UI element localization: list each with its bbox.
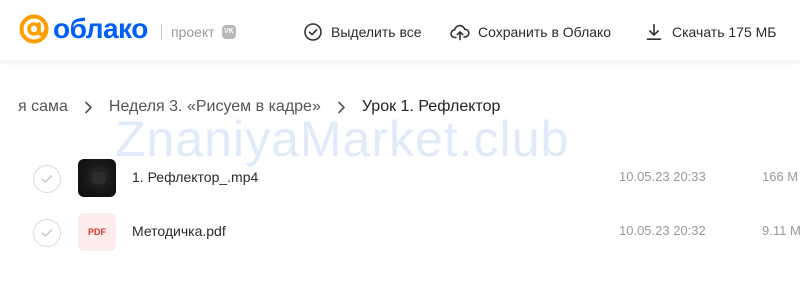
save-to-cloud-label: Сохранить в Облако [478, 24, 612, 40]
file-size: 166 М [762, 169, 799, 184]
select-all-button[interactable]: Выделить все [303, 20, 422, 44]
breadcrumb: я сама Неделя 3. «Рисуем в кадре» Урок 1… [18, 95, 500, 119]
save-to-cloud-button[interactable]: Сохранить в Облако [450, 20, 611, 44]
pdf-label: PDF [88, 227, 106, 237]
checkmark-icon [41, 175, 53, 183]
file-row[interactable]: PDF Методичка.pdf 10.05.23 20:32 9.11 М [0, 207, 800, 257]
file-select-checkbox[interactable] [33, 219, 61, 247]
video-preview-shape [92, 172, 106, 184]
file-name[interactable]: 1. Рефлектор_.mp4 [132, 169, 258, 185]
vk-badge-icon: VK [222, 25, 236, 39]
pdf-file-icon[interactable]: PDF [78, 213, 116, 251]
chevron-right-icon [338, 101, 345, 113]
file-row[interactable]: 1. Рефлектор_.mp4 10.05.23 20:33 166 М [0, 153, 800, 203]
breadcrumb-current: Урок 1. Рефлектор [361, 98, 501, 115]
logo-text: облако [53, 13, 148, 44]
cloud-upload-icon [450, 24, 470, 41]
top-bar: облако проект VK Выделить все Сохранить … [0, 0, 800, 60]
download-button[interactable]: Скачать 175 МБ [644, 20, 777, 44]
file-date: 10.05.23 20:33 [619, 169, 706, 184]
checkmark-icon [41, 229, 53, 237]
video-thumbnail[interactable] [78, 159, 116, 197]
at-sign-logo-icon [19, 14, 49, 44]
download-label: Скачать 175 МБ [672, 24, 777, 40]
cloud-folder-page: облако проект VK Выделить все Сохранить … [0, 0, 800, 290]
breadcrumb-item-week[interactable]: Неделя 3. «Рисуем в кадре» [109, 98, 321, 116]
file-select-checkbox[interactable] [33, 165, 61, 193]
file-size: 9.11 М [762, 223, 800, 238]
file-name[interactable]: Методичка.pdf [132, 223, 226, 239]
logo-divider [161, 24, 162, 40]
breadcrumb-item-root[interactable]: я сама [18, 98, 68, 116]
download-icon [646, 23, 662, 40]
file-date: 10.05.23 20:32 [619, 223, 706, 238]
chevron-right-icon [85, 101, 92, 113]
cloud-logo[interactable]: облако [18, 13, 148, 45]
check-circle-icon [304, 23, 322, 41]
project-label: проект [171, 24, 215, 40]
select-all-label: Выделить все [331, 24, 422, 40]
